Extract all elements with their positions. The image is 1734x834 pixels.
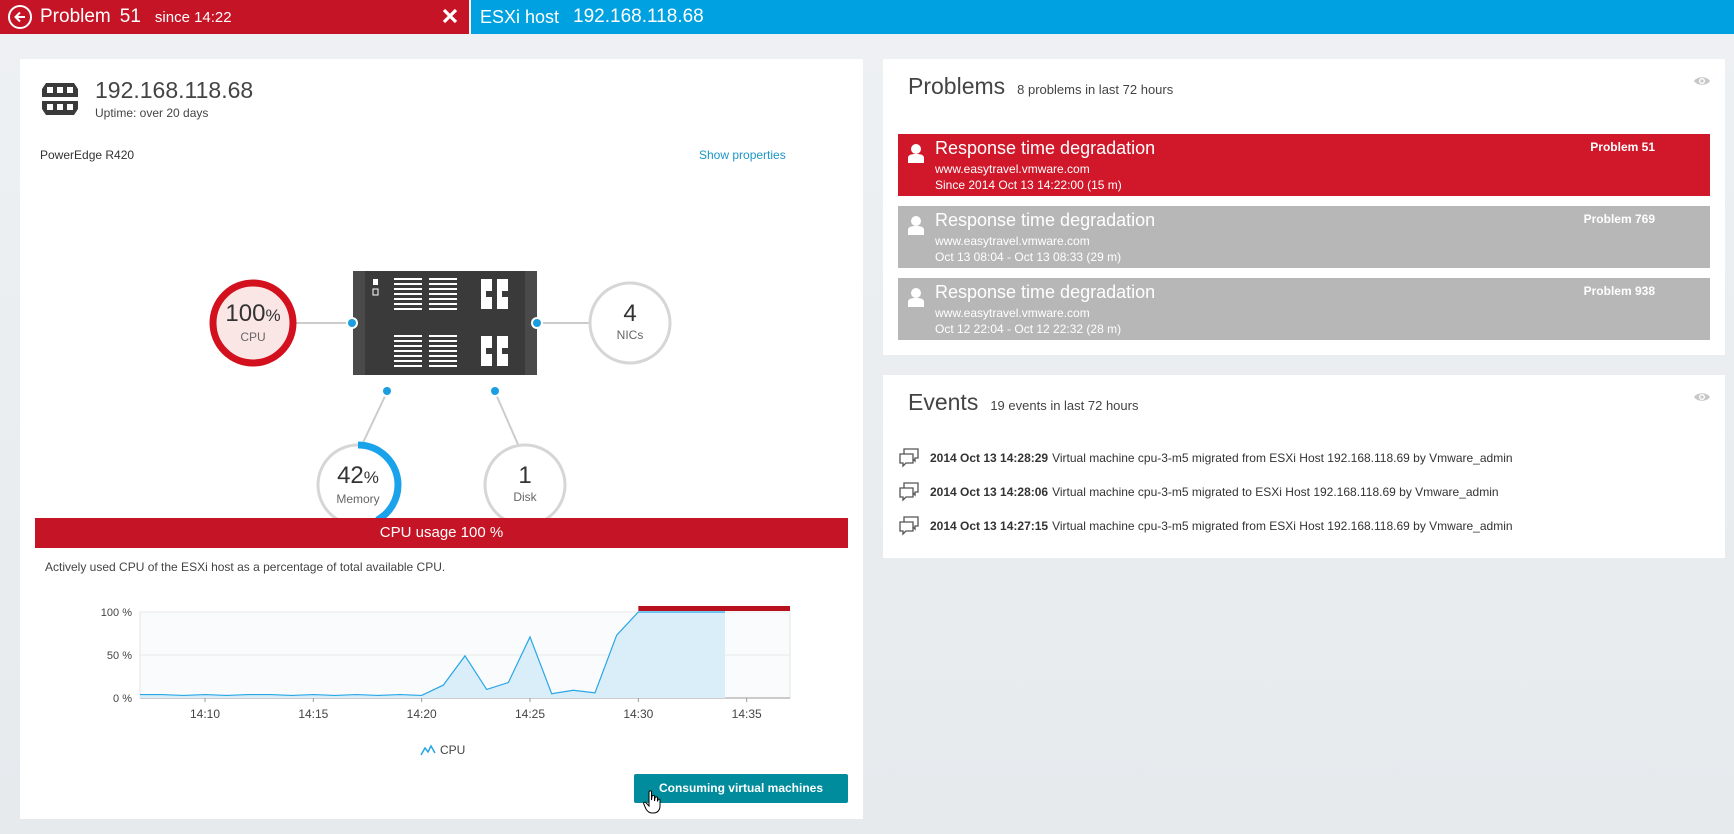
chat-bubbles-icon (898, 482, 920, 502)
user-icon (907, 143, 925, 163)
cpu-metric: 100% CPU (213, 300, 293, 345)
problem-since: since 14:22 (154, 8, 232, 26)
problem-tab[interactable]: Problem 51 since 14:22 (0, 0, 469, 34)
x-tick-label: 14:20 (407, 707, 437, 721)
host-type-label: ESXi host (480, 6, 560, 27)
event-time: 2014 Oct 13 14:28:06 (930, 485, 1049, 499)
events-subtitle: 19 events in last 72 hours (990, 398, 1139, 413)
memory-label: Memory (336, 492, 380, 506)
chat-bubbles-icon (898, 516, 920, 536)
problem-url: www.easytravel.vmware.com (935, 306, 1090, 320)
host-topology: 100% CPU 4 NICs 42% Memory 1 Disk (20, 199, 863, 539)
event-time: 2014 Oct 13 14:28:29 (930, 451, 1049, 465)
chart-legend[interactable]: CPU (420, 743, 465, 757)
events-header: Events 19 events in last 72 hours (908, 389, 1138, 416)
event-row[interactable]: 2014 Oct 13 14:28:06 Virtual machine cpu… (898, 482, 1499, 502)
nics-value: 4 (623, 300, 637, 327)
event-row[interactable]: 2014 Oct 13 14:27:15 Virtual machine cpu… (898, 516, 1513, 536)
consuming-vms-button[interactable]: Consuming virtual machines (634, 774, 848, 803)
problem-date: Oct 13 08:04 - Oct 13 08:33 (29 m) (935, 250, 1122, 264)
problem-marker-bar (638, 606, 790, 611)
x-tick-label: 14:30 (623, 707, 653, 721)
x-tick-label: 14:10 (190, 707, 220, 721)
nics-label: NICs (616, 328, 644, 342)
problem-title: Response time degradation (935, 138, 1156, 158)
x-tick-label: 14:15 (298, 707, 328, 721)
problem-row[interactable]: Response time degradation www.easytravel… (898, 278, 1710, 340)
problems-card: Problems 8 problems in last 72 hours Res… (883, 59, 1725, 355)
back-arrow-icon[interactable] (8, 5, 32, 29)
show-properties-link[interactable]: Show properties (699, 148, 786, 162)
cpu-usage-banner: CPU usage 100 % (35, 518, 848, 548)
top-bar: Problem 51 since 14:22 ESXi host 192.168… (0, 0, 1734, 34)
memory-unit: % (363, 468, 379, 487)
y-tick-label: 50 % (107, 650, 132, 662)
server-icon (40, 81, 80, 117)
user-icon (907, 287, 925, 307)
disk-value: 1 (518, 462, 532, 489)
events-title: Events (908, 389, 979, 415)
problem-id: Problem 769 (1583, 212, 1655, 226)
events-card: Events 19 events in last 72 hours 2014 O… (883, 375, 1725, 558)
close-icon[interactable] (439, 5, 461, 27)
event-time: 2014 Oct 13 14:27:15 (930, 519, 1049, 533)
problem-title: Response time degradation (935, 210, 1156, 230)
x-tick-label: 14:25 (515, 707, 545, 721)
topology-graphic (209, 271, 672, 529)
problem-title: Response time degradation (935, 282, 1156, 302)
host-tab: ESXi host 192.168.118.68 (471, 0, 1734, 34)
problem-id: Problem 938 (1583, 284, 1655, 298)
chat-bubbles-icon (898, 448, 920, 468)
host-ip-label: 192.168.118.68 (573, 6, 704, 27)
cpu-unit: % (265, 306, 281, 325)
cpu-value: 100 (225, 300, 266, 327)
problems-title: Problems (908, 73, 1006, 99)
problem-url: www.easytravel.vmware.com (935, 234, 1090, 248)
y-tick-label: 100 % (101, 607, 132, 619)
event-text: Virtual machine cpu-3-m5 migrated from E… (1052, 519, 1513, 533)
problem-date: Since 2014 Oct 13 14:22:00 (15 m) (935, 178, 1122, 192)
legend-label: CPU (440, 743, 466, 757)
cpu-description: Actively used CPU of the ESXi host as a … (45, 560, 446, 574)
hand-cursor-icon (643, 790, 661, 814)
memory-value: 42 (337, 462, 364, 489)
problem-row[interactable]: Response time degradation www.easytravel… (898, 206, 1710, 268)
cpu-chart[interactable]: 0 % 50 % 100 % 14:10 14:15 14:20 14:25 14:30 14:… (60, 594, 800, 754)
problems-header: Problems 8 problems in last 72 hours (908, 73, 1173, 100)
cpu-label: CPU (240, 330, 266, 344)
nics-metric: 4 NICs (590, 300, 670, 343)
host-uptime: Uptime: over 20 days (95, 106, 209, 120)
problem-date: Oct 12 22:04 - Oct 12 22:32 (28 m) (935, 322, 1122, 336)
problem-row[interactable]: Response time degradation www.easytravel… (898, 134, 1710, 196)
host-details-card: 192.168.118.68 Uptime: over 20 days Powe… (20, 59, 863, 819)
host-title: 192.168.118.68 (95, 77, 254, 103)
problem-url: www.easytravel.vmware.com (935, 162, 1090, 176)
event-text: Virtual machine cpu-3-m5 migrated from E… (1052, 451, 1513, 465)
host-model: PowerEdge R420 (40, 148, 135, 162)
legend-line-icon (420, 744, 436, 756)
disk-label: Disk (513, 490, 537, 504)
user-icon (907, 215, 925, 235)
event-text: Virtual machine cpu-3-m5 migrated to ESX… (1052, 485, 1499, 499)
x-tick-label: 14:35 (732, 707, 762, 721)
memory-metric: 42% Memory (318, 462, 398, 507)
problem-label: Problem (40, 6, 111, 27)
eye-icon[interactable] (1693, 74, 1711, 86)
problems-subtitle: 8 problems in last 72 hours (1017, 82, 1174, 97)
eye-icon[interactable] (1693, 390, 1711, 402)
esxi-server-graphic[interactable] (353, 271, 537, 375)
problem-id: Problem 51 (1590, 140, 1655, 154)
problem-number: 51 (119, 6, 141, 27)
event-row[interactable]: 2014 Oct 13 14:28:29 Virtual machine cpu… (898, 448, 1513, 468)
cpu-chart-svg: 0 % 50 % 100 % 14:10 14:15 14:20 14:25 14:30 14:… (101, 606, 791, 721)
disk-metric: 1 Disk (485, 462, 565, 505)
y-tick-label: 0 % (113, 693, 132, 705)
